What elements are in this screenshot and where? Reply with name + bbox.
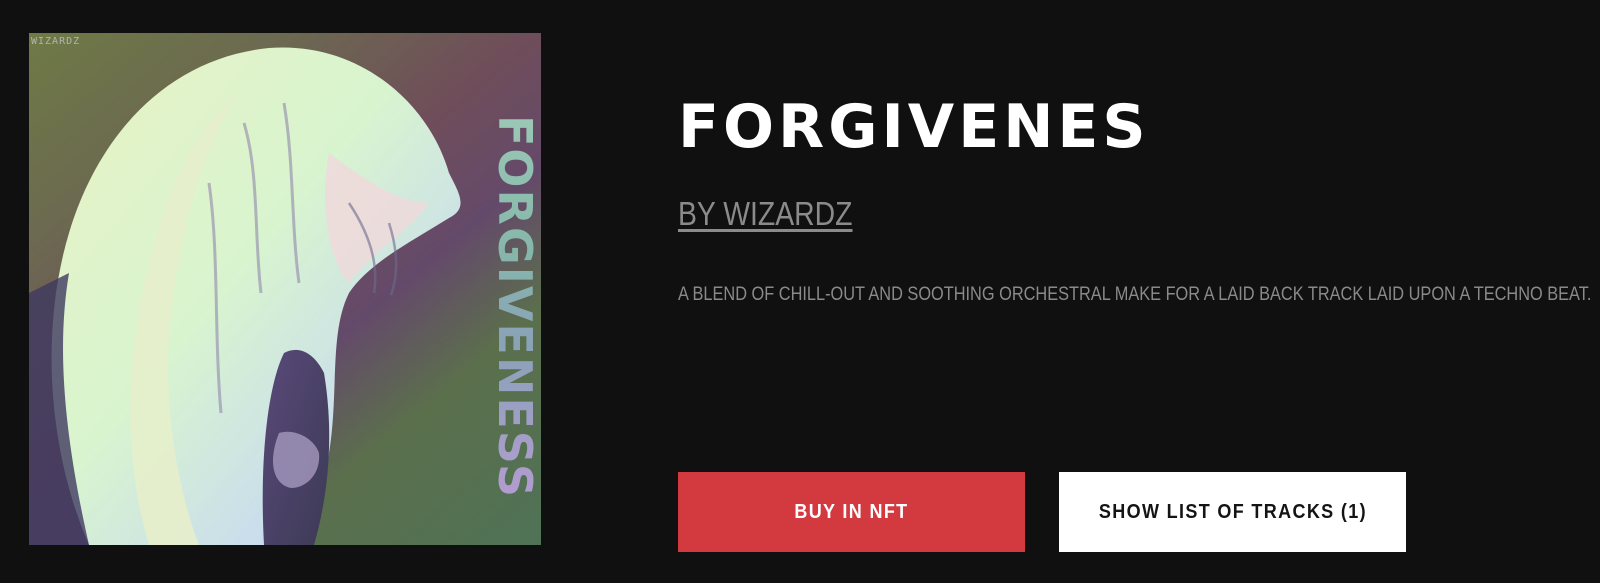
show-tracks-button-label: SHOW LIST OF TRACKS (1) (1098, 500, 1367, 523)
album-description: A BLEND OF CHILL-OUT AND SOOTHING ORCHES… (678, 284, 1592, 305)
album-cover-image: WIZARDZ FORGIVENESS (29, 33, 541, 545)
album-page: WIZARDZ FORGIVENESS FORGIVENES BY WIZARD… (0, 0, 1600, 583)
artist-link[interactable]: BY WIZARDZ (678, 195, 852, 233)
buy-nft-button-label: BUY IN NFT (794, 500, 909, 523)
cover-vertical-title: FORGIVENESS (488, 115, 541, 499)
album-title: FORGIVENES (678, 92, 1150, 162)
cover-artist-tag: WIZARDZ (31, 36, 81, 47)
buy-nft-button[interactable]: BUY IN NFT (678, 472, 1025, 552)
show-tracks-button[interactable]: SHOW LIST OF TRACKS (1) (1059, 472, 1406, 552)
cover-artwork-illustration (29, 47, 461, 545)
